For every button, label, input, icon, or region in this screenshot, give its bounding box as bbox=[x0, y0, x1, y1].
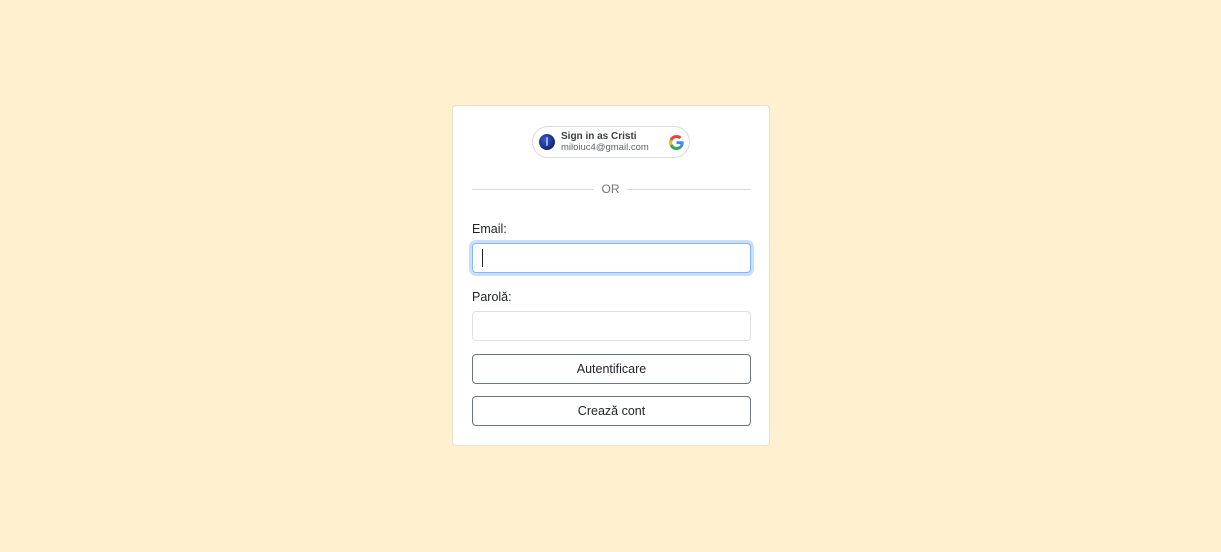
google-logo-icon bbox=[669, 135, 684, 150]
login-button[interactable]: Autentificare bbox=[472, 354, 751, 384]
password-label: Parolă: bbox=[472, 290, 512, 304]
login-card: Sign in as Cristi miloiuc4@gmail.com OR … bbox=[452, 105, 770, 446]
user-avatar bbox=[539, 134, 555, 150]
email-label: Email: bbox=[472, 222, 507, 236]
or-text: OR bbox=[601, 182, 620, 196]
divider-line-right bbox=[627, 189, 751, 190]
password-input[interactable] bbox=[472, 311, 751, 341]
or-divider: OR bbox=[472, 181, 751, 197]
google-sign-in-button[interactable]: Sign in as Cristi miloiuc4@gmail.com bbox=[532, 126, 690, 158]
create-account-button[interactable]: Crează cont bbox=[472, 396, 751, 426]
email-input[interactable] bbox=[472, 243, 751, 273]
divider-line-left bbox=[472, 189, 594, 190]
text-cursor bbox=[482, 249, 483, 267]
google-account-email: miloiuc4@gmail.com bbox=[561, 142, 649, 153]
